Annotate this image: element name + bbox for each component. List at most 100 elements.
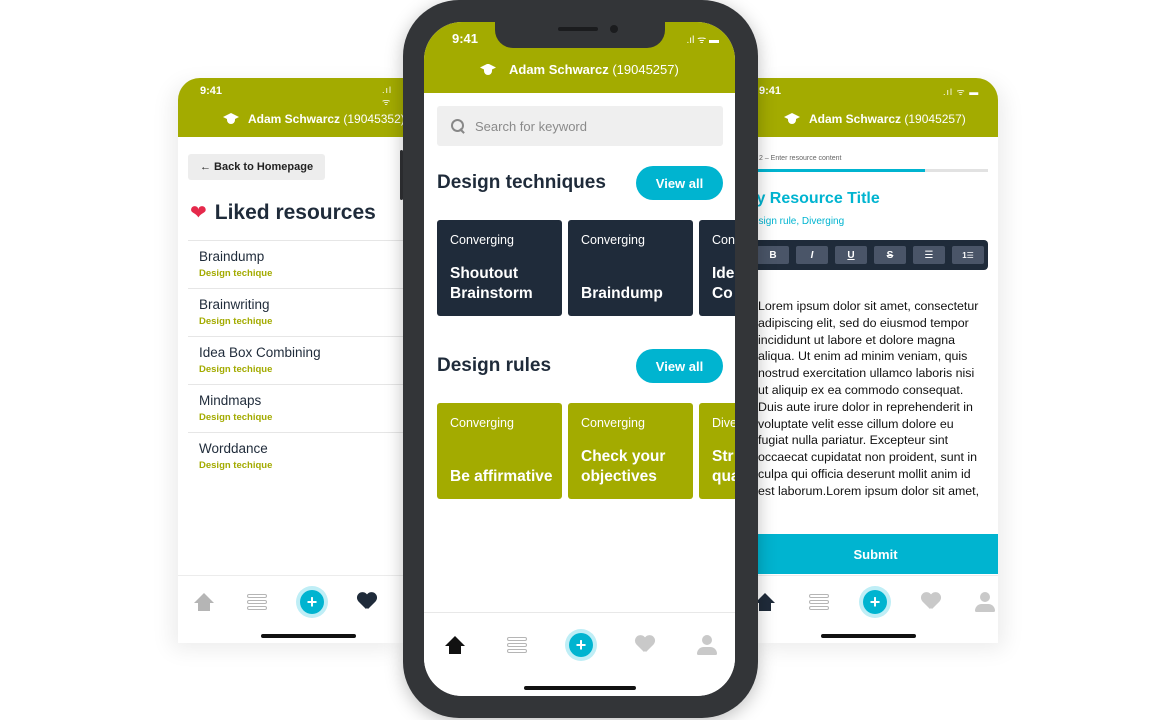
item-category: Design techique [199, 460, 273, 471]
item-title: Mindmaps [199, 393, 262, 408]
card-title: Braindump [581, 285, 663, 302]
heart-icon[interactable] [357, 593, 377, 611]
resource-card[interactable]: Converging Check your objectives [568, 403, 693, 499]
item-category: Design techique [199, 412, 273, 423]
resource-card[interactable]: Dive Str qua [699, 403, 735, 499]
view-all-techniques-button[interactable]: View all [636, 166, 723, 200]
card-category: Converging [450, 233, 514, 247]
graduation-cap-icon [783, 113, 801, 125]
profile-icon[interactable] [975, 592, 995, 612]
list-item[interactable]: Braindump Design techique [188, 240, 403, 288]
resource-card[interactable]: Converging Braindump [568, 220, 693, 316]
liked-resources-screen: 9:41 .ıl ᯤ Adam Schwarcz (19045352) ← Ba… [178, 78, 403, 643]
home-screen: 9:41 .ıl ᯤ ▬ Adam Schwarcz (19045257) De… [424, 22, 735, 696]
card-category: Converging [581, 233, 645, 247]
resource-title[interactable]: ly Resource Title [755, 190, 880, 208]
section-title-design-techniques: Design techniques [437, 172, 606, 193]
status-icons: .ıl ᯤ [382, 85, 393, 107]
profile-icon[interactable] [697, 635, 717, 655]
item-category: Design techique [199, 364, 273, 375]
resource-body-editor[interactable]: Lorem ipsum dolor sit amet, consectetur … [758, 298, 982, 534]
app-header: 9:41 .ıl ᯤ ▬ Adam Schwarcz (19045257) [755, 78, 998, 137]
card-title: Check your objectives [581, 448, 666, 485]
create-resource-screen: 9:41 .ıl ᯤ ▬ Adam Schwarcz (19045257) 2 … [755, 78, 998, 643]
list-item[interactable]: Brainwriting Design techique [188, 288, 403, 336]
library-icon[interactable] [809, 594, 829, 610]
user-id: (19045352) [343, 112, 403, 126]
formatting-toolbar: B I U S ☰ 1☰ [755, 240, 988, 270]
italic-button[interactable]: I [796, 246, 828, 264]
card-category: Converging [450, 416, 514, 430]
card-title: Be affirmative [450, 468, 553, 485]
progress-bar [755, 169, 988, 172]
card-title: Shoutout Brainstorm [450, 265, 533, 302]
submit-button[interactable]: Submit [755, 534, 998, 574]
phone-frame: 9:41 .ıl ᯤ ▬ Adam Schwarcz (19045257) De… [400, 0, 758, 718]
home-indicator [524, 686, 636, 690]
resource-card[interactable]: Converging Shoutout Brainstorm [437, 220, 562, 316]
resource-tags: esign rule, Diverging [755, 216, 845, 227]
notch [495, 22, 665, 48]
add-icon[interactable]: + [863, 590, 887, 614]
library-icon[interactable] [247, 594, 267, 610]
card-category: Con [712, 233, 735, 247]
graduation-cap-icon [479, 64, 497, 76]
status-time: 9:41 [200, 85, 223, 97]
add-icon[interactable]: + [300, 590, 324, 614]
bold-button[interactable]: B [757, 246, 789, 264]
home-icon[interactable] [194, 593, 214, 611]
page-title-text: Liked resources [214, 200, 376, 224]
user-id: (19045257) [612, 62, 679, 77]
techniques-carousel: Converging Shoutout Brainstorm Convergin… [437, 220, 735, 316]
resource-card[interactable]: Converging Be affirmative [437, 403, 562, 499]
page-title: ❤ Liked resources [190, 200, 376, 225]
item-title: Braindump [199, 249, 265, 264]
item-title: Idea Box Combining [199, 345, 321, 360]
user-name: Adam Schwarcz [809, 112, 902, 126]
user-identity: Adam Schwarcz (19045352) [222, 112, 403, 126]
graduation-cap-icon [222, 113, 240, 125]
bullet-list-button[interactable]: ☰ [913, 246, 945, 264]
step-label: 2 – Enter resource content [759, 155, 842, 162]
app-header: 9:41 .ıl ᯤ ▬ Adam Schwarcz (19045257) [424, 22, 735, 93]
status-icons: .ıl ᯤ ▬ [686, 35, 719, 46]
home-indicator [261, 634, 356, 638]
resource-card[interactable]: Con Ide Co [699, 220, 735, 316]
card-category: Dive [712, 416, 735, 430]
numbered-list-button[interactable]: 1☰ [952, 246, 984, 264]
user-name: Adam Schwarcz [248, 112, 341, 126]
home-icon[interactable] [445, 636, 465, 654]
view-all-rules-button[interactable]: View all [636, 349, 723, 383]
list-item[interactable]: Worddance Design techique [188, 432, 403, 480]
strikethrough-button[interactable]: S [874, 246, 906, 264]
item-category: Design techique [199, 268, 273, 279]
heart-icon[interactable] [635, 636, 655, 654]
user-identity: Adam Schwarcz (19045257) [479, 62, 679, 77]
status-time: 9:41 [759, 85, 782, 97]
home-icon[interactable] [755, 593, 775, 611]
item-title: Brainwriting [199, 297, 270, 312]
search-input[interactable] [475, 118, 695, 134]
add-icon[interactable]: + [569, 633, 593, 657]
heart-icon[interactable] [921, 593, 941, 611]
bottom-nav: + [178, 575, 403, 643]
status-icons: .ıl ᯤ ▬ [943, 87, 980, 97]
user-name: Adam Schwarcz [509, 62, 609, 77]
card-title: Str qua [712, 448, 735, 485]
liked-list: Braindump Design techique Brainwriting D… [188, 240, 403, 480]
library-icon[interactable] [507, 637, 527, 653]
home-indicator [821, 634, 916, 638]
progress-fill [755, 169, 926, 172]
card-category: Converging [581, 416, 645, 430]
bottom-nav: + [755, 575, 998, 643]
underline-button[interactable]: U [835, 246, 867, 264]
search-bar[interactable] [437, 106, 723, 146]
list-item[interactable]: Idea Box Combining Design techique [188, 336, 403, 384]
list-item[interactable]: Mindmaps Design techique [188, 384, 403, 432]
search-icon [451, 119, 465, 133]
user-identity: Adam Schwarcz (19045257) [783, 112, 966, 126]
back-to-homepage-button[interactable]: ← Back to Homepage [188, 154, 326, 180]
status-time: 9:41 [452, 31, 479, 46]
item-title: Worddance [199, 441, 268, 456]
card-title: Ide Co [712, 265, 735, 302]
